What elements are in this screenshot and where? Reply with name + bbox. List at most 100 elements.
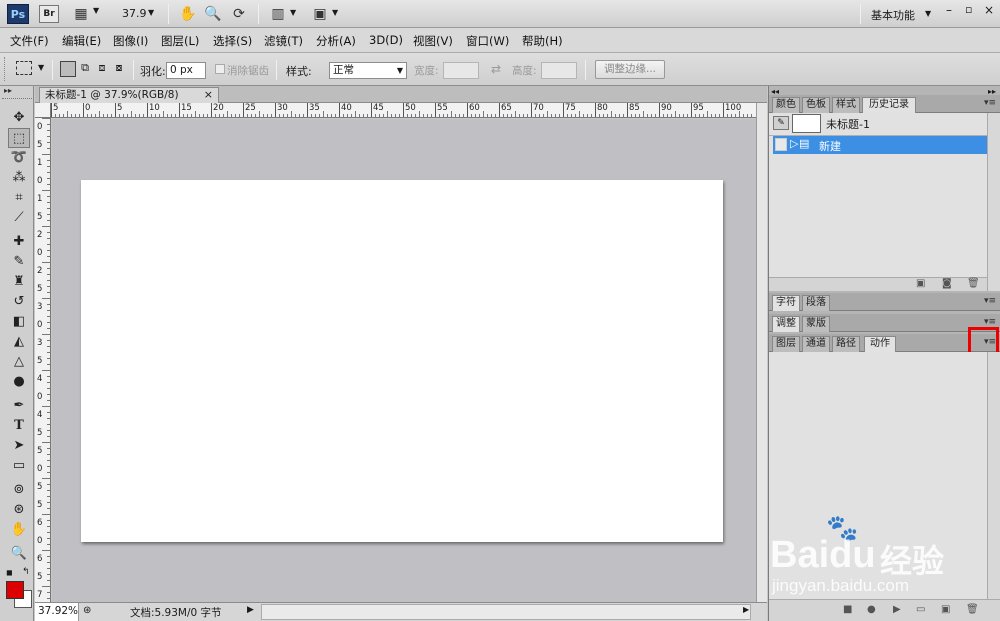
tab-character[interactable]: 字符 <box>772 295 800 311</box>
menu-analysis[interactable]: 分析(A) <box>316 33 356 49</box>
chevron-down-icon[interactable]: ▼ <box>93 6 99 15</box>
tab-channels[interactable]: 通道 <box>802 336 830 352</box>
feather-input[interactable]: 0 px <box>166 62 206 79</box>
tab-adjustments[interactable]: 调整 <box>772 316 800 332</box>
tab-actions[interactable]: 动作 <box>864 336 896 352</box>
panel-menu-icon[interactable]: ▾≡ <box>984 317 996 327</box>
snapshot-thumbnail[interactable] <box>792 114 821 133</box>
tab-color[interactable]: 颜色 <box>772 97 800 113</box>
panel-menu-icon[interactable]: ▾≡ <box>984 296 996 306</box>
foreground-color-swatch[interactable] <box>6 581 24 599</box>
hand-tool-icon[interactable]: ✋ <box>178 4 198 24</box>
shape-tool-icon[interactable]: ▭ <box>8 456 30 476</box>
menu-edit[interactable]: 编辑(E) <box>62 33 101 49</box>
horizontal-ruler[interactable]: 5 0 5 10 15 20 25 30 35 40 45 50 55 60 65 70 75 80 85 90 95 1… <box>51 103 756 118</box>
toolbox-grip[interactable] <box>2 98 32 101</box>
tab-paths[interactable]: 路径 <box>832 336 860 352</box>
menu-view[interactable]: 视图(V) <box>413 33 453 49</box>
tab-swatches[interactable]: 色板 <box>802 97 830 113</box>
quick-selection-icon[interactable]: ⁂ <box>8 168 30 188</box>
default-colors-icon[interactable]: ◼ <box>6 568 13 577</box>
add-selection-icon[interactable]: ⧉ <box>77 61 93 77</box>
3d-rotate-icon[interactable]: ⊚ <box>8 480 30 500</box>
minimize-icon[interactable]: – <box>946 3 952 17</box>
eraser-tool-icon[interactable]: ◧ <box>8 312 30 332</box>
close-icon[interactable]: × <box>204 88 213 102</box>
workspace-switcher[interactable]: 基本功能 <box>871 7 915 23</box>
zoom-level[interactable]: 37.9 <box>122 7 147 20</box>
crop-tool-icon[interactable]: ⌗ <box>8 188 30 208</box>
height-input[interactable] <box>541 62 577 79</box>
chevron-down-icon[interactable]: ▼ <box>38 63 44 72</box>
swap-colors-icon[interactable]: ↰ <box>22 567 30 577</box>
swap-icon[interactable]: ⇄ <box>491 62 501 76</box>
collapse-toolbox-icon[interactable]: ▸▸ <box>4 86 12 95</box>
screen-mode-icon[interactable]: ▣ <box>310 4 330 24</box>
menu-3d[interactable]: 3D(D) <box>369 33 403 47</box>
move-tool-icon[interactable]: ✥ <box>8 108 30 128</box>
menu-filter[interactable]: 滤镜(T) <box>264 33 303 49</box>
history-scrollbar[interactable] <box>987 113 1000 291</box>
chevron-down-icon[interactable]: ▼ <box>332 8 338 17</box>
pen-tool-icon[interactable]: ✒ <box>8 396 30 416</box>
menu-file[interactable]: 文件(F) <box>10 33 49 49</box>
stop-icon[interactable]: ■ <box>843 604 852 615</box>
new-snapshot-icon[interactable]: ◙ <box>942 278 952 289</box>
intersect-selection-icon[interactable]: ⧇ <box>111 61 127 77</box>
rotate-view-icon[interactable]: ⟳ <box>229 4 249 24</box>
zoom-tool-icon[interactable]: 🔍 <box>8 544 30 564</box>
restore-icon[interactable]: ▫ <box>965 3 972 16</box>
history-brush-slot[interactable] <box>775 138 787 151</box>
history-item-selected[interactable]: ▷ ▤ 新建 <box>773 136 987 154</box>
menu-image[interactable]: 图像(I) <box>113 33 148 49</box>
vertical-ruler[interactable]: 0510152025303540455055606570 <box>35 118 51 602</box>
options-grip[interactable] <box>4 57 7 81</box>
status-zoom[interactable]: 37.92% <box>35 603 79 621</box>
scroll-right-icon[interactable]: ▶ <box>743 605 749 614</box>
tab-history[interactable]: 历史记录 <box>862 97 916 113</box>
new-set-icon[interactable]: ▭ <box>916 604 925 615</box>
hand-tool-icon[interactable]: ✋ <box>8 520 30 540</box>
play-icon[interactable]: ▶ <box>893 604 901 615</box>
style-select[interactable]: 正常 ▼ <box>329 62 407 79</box>
new-selection-icon[interactable] <box>60 61 76 77</box>
menu-window[interactable]: 窗口(W) <box>466 33 509 49</box>
chevron-down-icon[interactable]: ▼ <box>925 9 931 18</box>
status-menu-arrow-icon[interactable]: ▶ <box>247 605 254 615</box>
trash-icon[interactable]: 🗑 <box>966 604 979 615</box>
vertical-scrollbar[interactable] <box>756 103 767 602</box>
ruler-origin[interactable] <box>35 103 51 118</box>
type-tool-icon[interactable]: T <box>8 416 30 436</box>
new-action-icon[interactable]: ▣ <box>941 604 950 615</box>
menu-layer[interactable]: 图层(L) <box>161 33 199 49</box>
clone-stamp-icon[interactable]: ♜ <box>8 272 30 292</box>
brush-tool-icon[interactable]: ✎ <box>8 252 30 272</box>
history-brush-source-icon[interactable]: ✎ <box>773 116 789 130</box>
paint-bucket-icon[interactable]: ◭ <box>8 332 30 352</box>
lasso-tool-icon[interactable]: ➰ <box>8 148 30 168</box>
dodge-tool-icon[interactable]: ● <box>8 372 30 392</box>
menu-select[interactable]: 选择(S) <box>213 33 252 49</box>
chevron-down-icon[interactable]: ▼ <box>290 8 296 17</box>
bridge-button[interactable]: Br <box>39 5 59 23</box>
view-extras-icon[interactable]: ▦ <box>71 4 91 24</box>
tab-styles[interactable]: 样式 <box>832 97 860 113</box>
history-brush-icon[interactable]: ↺ <box>8 292 30 312</box>
chevron-down-icon[interactable]: ▼ <box>148 8 154 17</box>
document-canvas[interactable] <box>81 180 723 542</box>
width-input[interactable] <box>443 62 479 79</box>
snapshot-name[interactable]: 未标题-1 <box>826 116 870 132</box>
antialias-checkbox[interactable] <box>215 64 225 74</box>
tab-layers[interactable]: 图层 <box>772 336 800 352</box>
status-icon[interactable]: ⊛ <box>83 605 91 616</box>
blur-tool-icon[interactable]: △ <box>8 352 30 372</box>
marquee-preset-icon[interactable] <box>16 61 32 75</box>
zoom-tool-icon[interactable]: 🔍 <box>203 4 223 24</box>
horizontal-scrollbar[interactable] <box>261 604 751 620</box>
new-document-from-state-icon[interactable]: ▣ <box>916 278 925 289</box>
trash-icon[interactable]: 🗑 <box>967 278 980 289</box>
arrange-documents-icon[interactable]: ▥ <box>268 4 288 24</box>
healing-brush-icon[interactable]: ✚ <box>8 232 30 252</box>
document-tab[interactable]: 未标题-1 @ 37.9%(RGB/8) × <box>39 87 219 103</box>
path-selection-icon[interactable]: ➤ <box>8 436 30 456</box>
